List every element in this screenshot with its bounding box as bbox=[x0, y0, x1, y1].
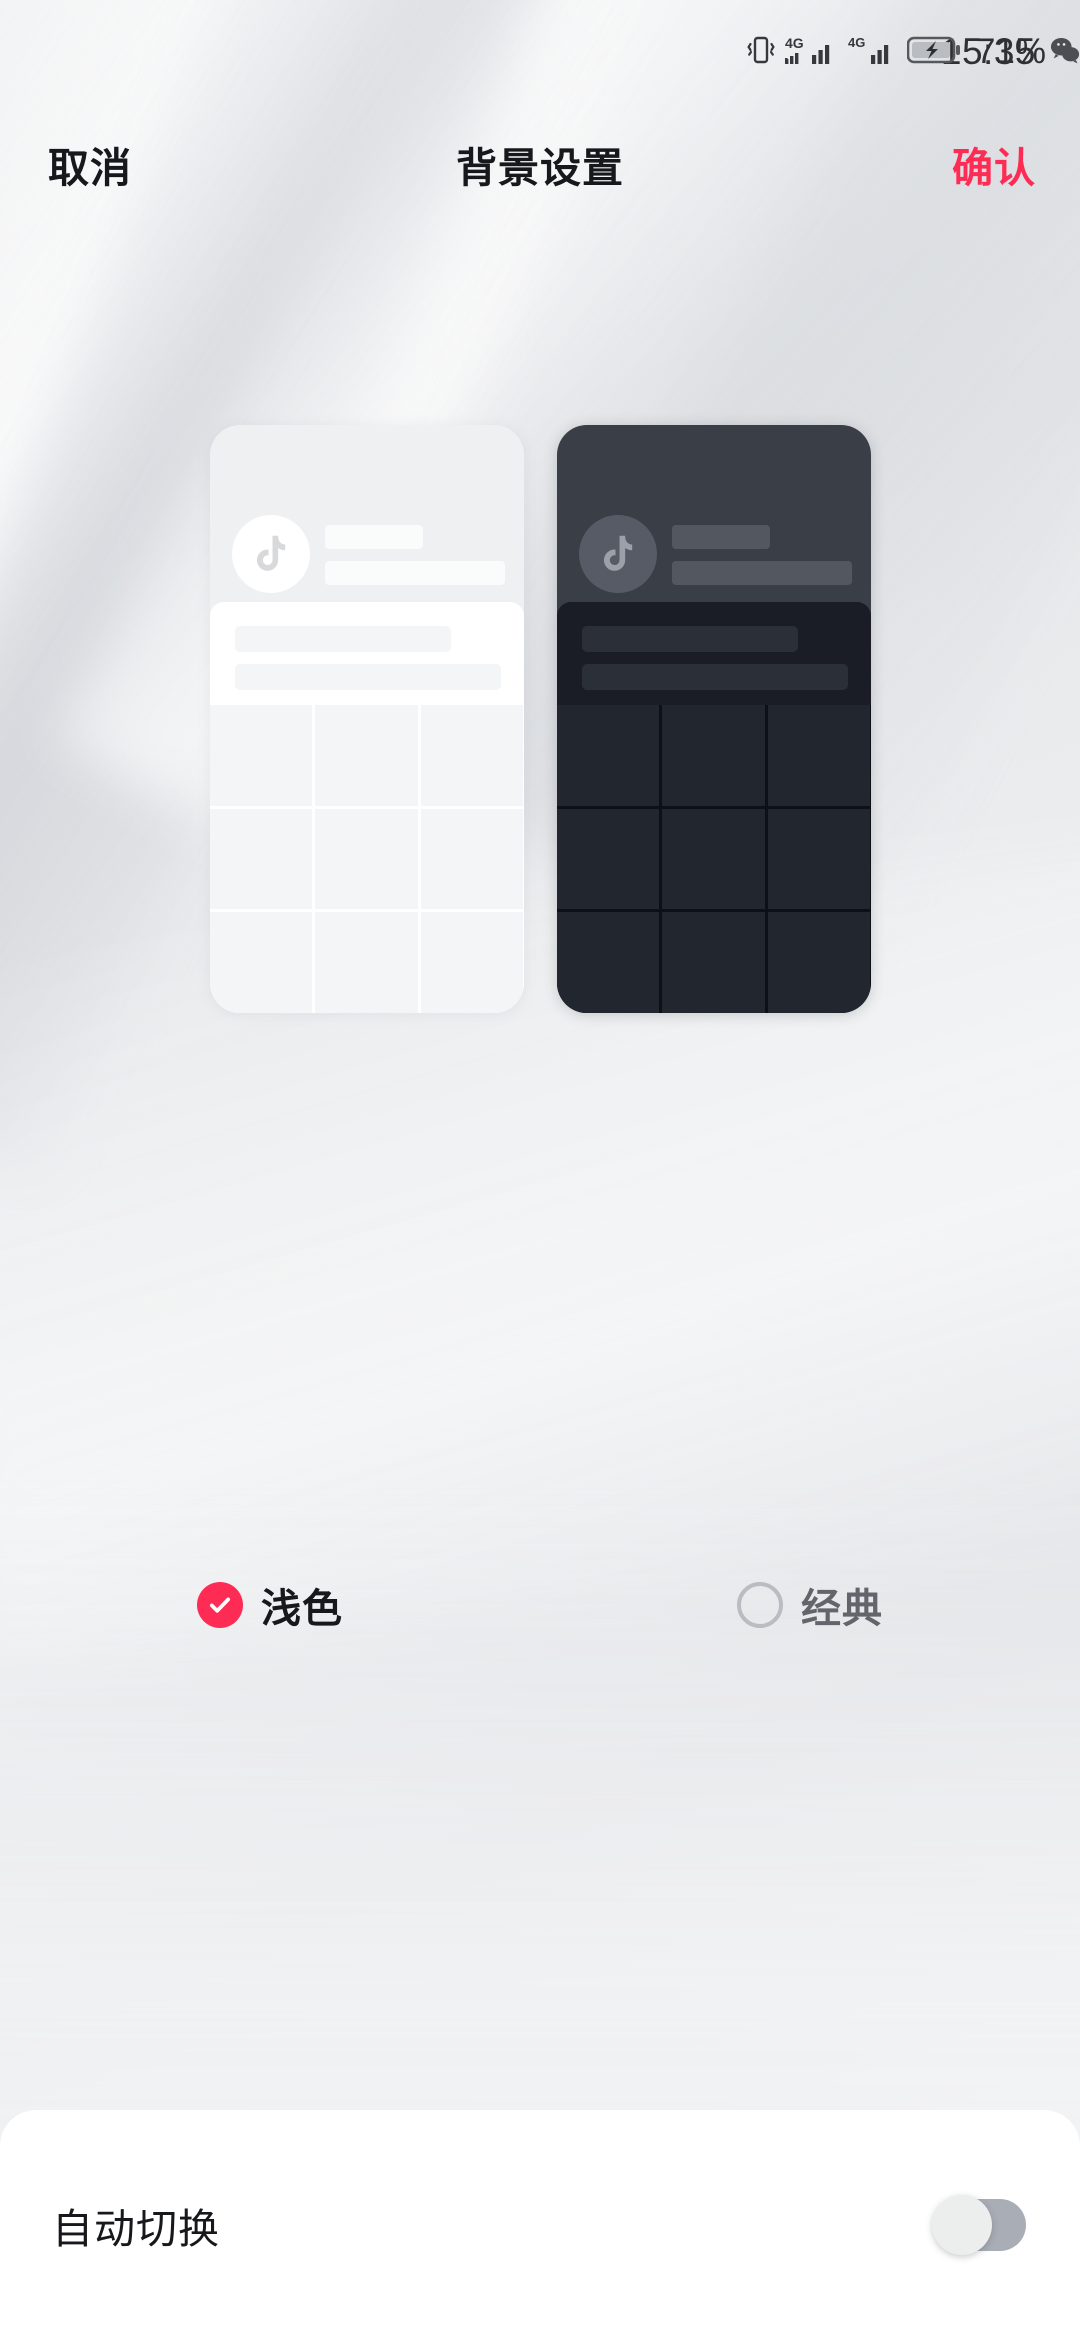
preview-content-band bbox=[209, 602, 524, 705]
grid-cell bbox=[556, 808, 660, 910]
douyin-music-note-icon bbox=[248, 531, 294, 577]
avatar bbox=[231, 515, 310, 593]
preview-grid bbox=[209, 705, 524, 1013]
grid-cell bbox=[209, 808, 313, 910]
theme-option-classic[interactable]: 经典 bbox=[540, 1545, 1080, 1665]
status-bar: 15:35 4G 4G 71% bbox=[0, 0, 1080, 104]
battery-charging-icon bbox=[906, 34, 963, 71]
light-theme-preview-card[interactable] bbox=[209, 425, 524, 1013]
grid-cell bbox=[767, 912, 871, 1013]
grid-cell bbox=[662, 705, 765, 806]
signal-4g-sim2-icon: 4G bbox=[848, 33, 898, 72]
radio-unselected-icon[interactable] bbox=[737, 1582, 783, 1628]
placeholder-line bbox=[581, 626, 798, 652]
signal-4g-sim1-icon: 4G bbox=[784, 33, 839, 72]
grid-cell bbox=[315, 912, 418, 1013]
grid-cell bbox=[420, 705, 524, 806]
placeholder-line bbox=[234, 626, 451, 652]
cancel-button[interactable]: 取消 bbox=[48, 134, 132, 194]
bottom-sheet: 自动切换 bbox=[0, 2110, 1080, 2340]
douyin-music-note-icon bbox=[595, 531, 641, 577]
grid-cell bbox=[420, 912, 524, 1013]
grid-cell bbox=[767, 808, 871, 910]
wallpaper-background bbox=[0, 0, 1080, 2340]
placeholder-line bbox=[324, 525, 423, 549]
classic-theme-preview-card[interactable] bbox=[556, 425, 871, 1013]
preview-header-placeholder-lines bbox=[671, 525, 852, 585]
placeholder-line bbox=[324, 561, 505, 585]
grid-cell bbox=[556, 705, 660, 806]
nav-bar: 取消 背景设置 确认 bbox=[0, 104, 1080, 224]
grid-cell bbox=[315, 808, 418, 910]
auto-switch-label: 自动切换 bbox=[52, 2206, 220, 2252]
grid-cell bbox=[556, 912, 660, 1013]
grid-cell bbox=[209, 912, 313, 1013]
theme-option-classic-label: 经典 bbox=[801, 1587, 883, 1631]
battery-percent-label: 71% bbox=[975, 32, 1046, 71]
preview-header-placeholder-lines bbox=[324, 525, 505, 585]
auto-switch-toggle[interactable] bbox=[932, 2195, 1026, 2255]
placeholder-line bbox=[581, 664, 848, 690]
svg-text:4G: 4G bbox=[848, 35, 865, 50]
svg-text:4G: 4G bbox=[785, 35, 804, 51]
avatar bbox=[578, 515, 657, 593]
preview-grid bbox=[556, 705, 871, 1013]
grid-cell bbox=[420, 808, 524, 910]
grid-cell bbox=[662, 808, 765, 910]
theme-option-row: 浅色 经典 bbox=[0, 1545, 1080, 1665]
preview-header bbox=[557, 425, 871, 602]
status-bar-right: 4G 4G 71% bbox=[746, 0, 1046, 104]
preview-content-band bbox=[556, 602, 871, 705]
placeholder-line bbox=[671, 561, 852, 585]
wechat-icon bbox=[1050, 35, 1080, 70]
radio-selected-icon[interactable] bbox=[197, 1582, 243, 1628]
theme-option-light-label: 浅色 bbox=[261, 1587, 343, 1631]
grid-cell bbox=[662, 912, 765, 1013]
placeholder-line bbox=[234, 664, 501, 690]
grid-cell bbox=[315, 705, 418, 806]
toggle-knob bbox=[932, 2195, 992, 2255]
grid-cell bbox=[767, 705, 871, 806]
preview-header bbox=[210, 425, 524, 602]
confirm-button[interactable]: 确认 bbox=[952, 134, 1036, 194]
grid-cell bbox=[209, 705, 313, 806]
placeholder-line bbox=[671, 525, 770, 549]
theme-option-light[interactable]: 浅色 bbox=[0, 1545, 540, 1665]
auto-switch-row[interactable]: 自动切换 bbox=[0, 2195, 1080, 2255]
theme-preview-row bbox=[0, 425, 1080, 1015]
page-title: 背景设置 bbox=[456, 145, 624, 191]
vibrate-icon bbox=[746, 33, 776, 72]
